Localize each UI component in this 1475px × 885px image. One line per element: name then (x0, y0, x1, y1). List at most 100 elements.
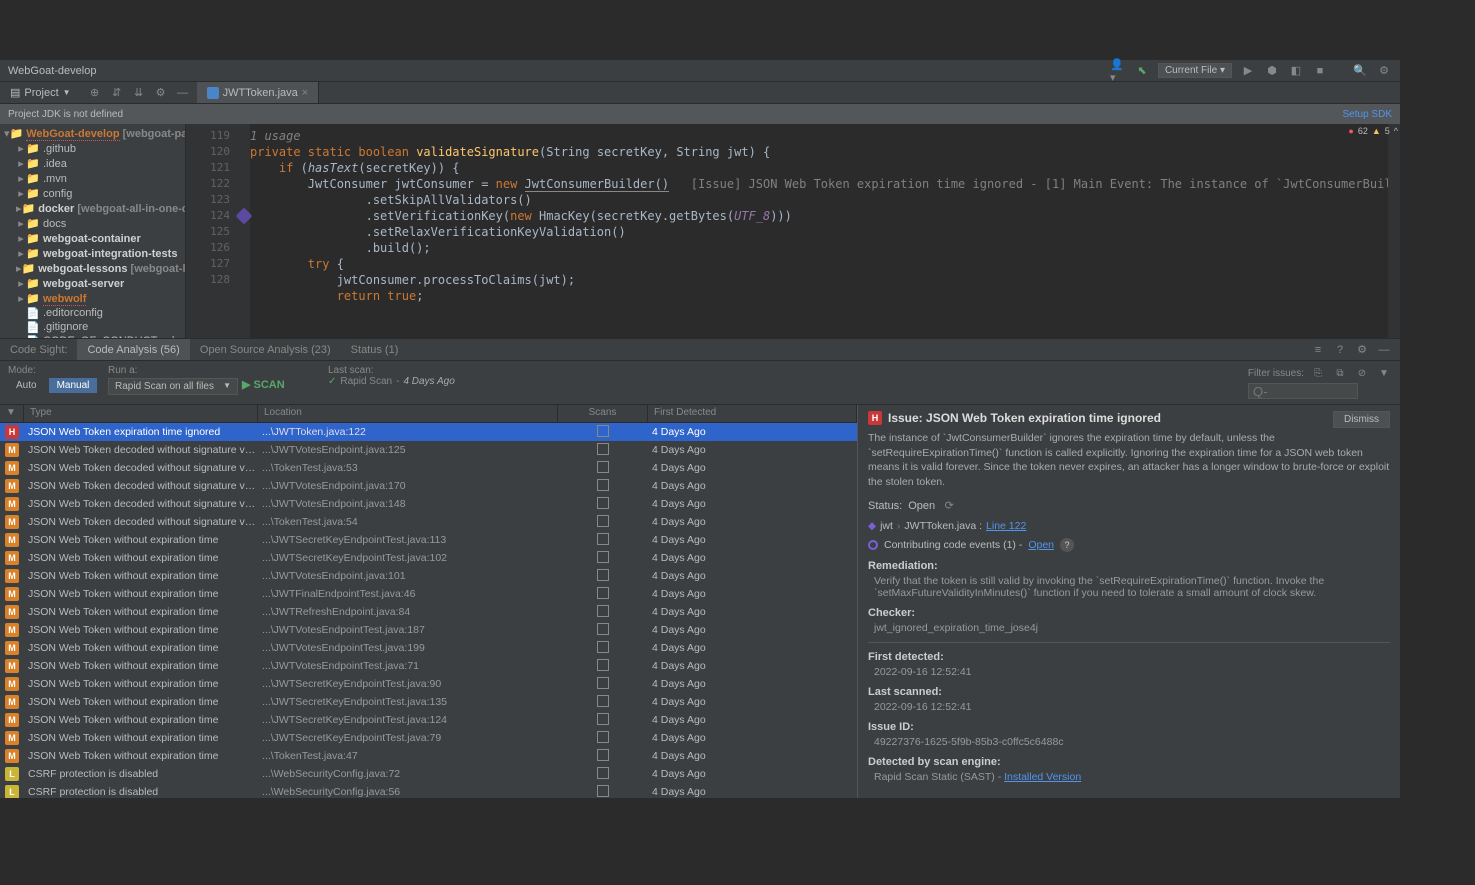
sort-icon[interactable]: ▼ (0, 405, 24, 422)
minimize-icon[interactable]: — (1376, 342, 1392, 358)
table-row[interactable]: MJSON Web Token without expiration time.… (0, 657, 857, 675)
dismiss-button[interactable]: Dismiss (1333, 411, 1390, 428)
issue-detail-panel: Dismiss H Issue: JSON Web Token expirati… (858, 405, 1400, 798)
scan-button[interactable]: ▶ SCAN (242, 378, 285, 395)
line-link[interactable]: Line 122 (986, 520, 1026, 532)
tree-item[interactable]: ▸📁config (0, 186, 185, 201)
bottom-tab[interactable]: Open Source Analysis (23) (190, 339, 341, 360)
table-row[interactable]: MJSON Web Token without expiration time.… (0, 621, 857, 639)
tree-item[interactable]: ▾📁WebGoat-develop [webgoat-parent] (0, 126, 185, 141)
gear-icon[interactable]: ⚙ (153, 85, 169, 101)
table-row[interactable]: MJSON Web Token decoded without signatur… (0, 459, 857, 477)
debug-icon[interactable]: ⬢ (1264, 63, 1280, 79)
mode-auto-button[interactable]: Auto (8, 378, 45, 393)
table-row[interactable]: HJSON Web Token expiration time ignored.… (0, 423, 857, 441)
project-panel-button[interactable]: ▤ Project ▼ (0, 82, 81, 103)
mode-manual-button[interactable]: Manual (49, 378, 98, 393)
hammer-icon[interactable]: ⬉ (1134, 63, 1150, 79)
check-icon: ✓ (328, 376, 336, 387)
close-tab-icon[interactable]: × (302, 87, 308, 99)
table-row[interactable]: MJSON Web Token decoded without signatur… (0, 513, 857, 531)
issue-breadcrumb: ◆ jwt› JWTToken.java : Line 122 (868, 520, 1390, 532)
expand-icon[interactable]: ⇵ (109, 85, 125, 101)
code-editor[interactable]: 119120121122123124125126127128 1 usage p… (186, 124, 1400, 338)
help-icon[interactable]: ? (1060, 538, 1074, 552)
tree-item[interactable]: ▸📁.mvn (0, 171, 185, 186)
project-tree[interactable]: ▾📁WebGoat-develop [webgoat-parent]▸📁.git… (0, 124, 186, 338)
table-row[interactable]: MJSON Web Token decoded without signatur… (0, 495, 857, 513)
help-icon[interactable]: ? (1332, 342, 1348, 358)
run-icon[interactable]: ▶ (1240, 63, 1256, 79)
run-config-dropdown[interactable]: Current File ▾ (1158, 63, 1232, 78)
tree-item[interactable]: ▸📁.github (0, 141, 185, 156)
setup-sdk-link[interactable]: Setup SDK (1343, 109, 1392, 120)
bottom-tab[interactable]: Code Analysis (56) (77, 339, 189, 360)
code-content: 1 usage private static boolean validateS… (250, 124, 1400, 338)
table-row[interactable]: MJSON Web Token without expiration time.… (0, 747, 857, 765)
last-scan-status: ✓ Rapid Scan - 4 Days Ago (328, 376, 455, 387)
event-dot-icon (868, 540, 878, 550)
editor-tab[interactable]: JWTToken.java × (197, 82, 320, 103)
java-file-icon (207, 87, 219, 99)
table-row[interactable]: LCSRF protection is disabled...\WebSecur… (0, 765, 857, 783)
table-row[interactable]: LCSRF protection is disabled...\WebSecur… (0, 783, 857, 798)
scan-type-dropdown[interactable]: Rapid Scan on all files▼ (108, 378, 238, 395)
table-row[interactable]: MJSON Web Token decoded without signatur… (0, 441, 857, 459)
severity-badge: H (868, 411, 882, 425)
tree-item[interactable]: 📄.editorconfig (0, 306, 185, 320)
scan-controls: Mode: Auto Manual Run a: Rapid Scan on a… (0, 361, 1400, 405)
bottom-tab[interactable]: Code Sight: (0, 339, 77, 360)
diamond-icon: ◆ (868, 520, 876, 532)
tree-item[interactable]: ▸📁docker [webgoat-all-in-one-docker] (0, 201, 185, 216)
tree-item[interactable]: 📄.gitignore (0, 320, 185, 334)
table-row[interactable]: MJSON Web Token without expiration time.… (0, 729, 857, 747)
tree-item[interactable]: ▸📁webwolf (0, 291, 185, 306)
tree-item[interactable]: ▸📁docs (0, 216, 185, 231)
tree-item[interactable]: ▸📁webgoat-server (0, 276, 185, 291)
table-row[interactable]: MJSON Web Token without expiration time.… (0, 711, 857, 729)
settings-icon[interactable]: ⚙ (1376, 63, 1392, 79)
search-icon[interactable]: 🔍 (1352, 63, 1368, 79)
table-row[interactable]: MJSON Web Token without expiration time.… (0, 693, 857, 711)
collapse-icon[interactable]: ⇊ (131, 85, 147, 101)
project-icon: ▤ (10, 86, 20, 99)
refresh-icon[interactable]: ⟳ (941, 498, 957, 514)
issue-title: Issue: JSON Web Token expiration time ig… (888, 411, 1161, 425)
table-row[interactable]: MJSON Web Token without expiration time.… (0, 675, 857, 693)
tree-item[interactable]: ▸📁webgoat-integration-tests (0, 246, 185, 261)
table-row[interactable]: MJSON Web Token without expiration time.… (0, 531, 857, 549)
tree-item[interactable]: ▸📁webgoat-lessons [webgoat-lessons] (0, 261, 185, 276)
table-row[interactable]: MJSON Web Token without expiration time.… (0, 585, 857, 603)
table-row[interactable]: MJSON Web Token without expiration time.… (0, 603, 857, 621)
table-row[interactable]: MJSON Web Token without expiration time.… (0, 639, 857, 657)
open-events-link[interactable]: Open (1028, 539, 1054, 551)
tree-item[interactable]: 📄CODE_OF_CONDUCT.md (0, 334, 185, 338)
project-name: WebGoat-develop (8, 65, 96, 77)
title-bar: WebGoat-develop 👤▾ ⬉ Current File ▾ ▶ ⬢ … (0, 60, 1400, 82)
block-icon[interactable]: ⊘ (1354, 365, 1370, 381)
clone-icon[interactable]: ⧉ (1332, 365, 1348, 381)
list-icon[interactable]: ≡ (1310, 342, 1326, 358)
tree-item[interactable]: ▸📁webgoat-container (0, 231, 185, 246)
gear-icon[interactable]: ⚙ (1354, 342, 1370, 358)
hide-icon[interactable]: — (175, 85, 191, 101)
stop-icon[interactable]: ■ (1312, 63, 1328, 79)
jdk-warning-banner: Project JDK is not defined Setup SDK (0, 104, 1400, 124)
table-row[interactable]: MJSON Web Token without expiration time.… (0, 567, 857, 585)
table-header: ▼ Type Location Scans First Detected (0, 405, 857, 423)
filter-input[interactable] (1248, 383, 1358, 399)
coverage-icon[interactable]: ◧ (1288, 63, 1304, 79)
error-stripe[interactable]: ●62 ▲5 ^ (1388, 124, 1400, 338)
target-icon[interactable]: ⊕ (87, 85, 103, 101)
installed-version-link[interactable]: Installed Version (1004, 771, 1081, 783)
tool-row: ▤ Project ▼ ⊕ ⇵ ⇊ ⚙ — JWTToken.java × (0, 82, 1400, 104)
bottom-tab[interactable]: Status (1) (341, 339, 409, 360)
issues-table: ▼ Type Location Scans First Detected HJS… (0, 405, 858, 798)
table-row[interactable]: MJSON Web Token decoded without signatur… (0, 477, 857, 495)
user-icon[interactable]: 👤▾ (1110, 63, 1126, 79)
table-row[interactable]: MJSON Web Token without expiration time.… (0, 549, 857, 567)
copy-icon[interactable]: ⎘ (1310, 365, 1326, 381)
tree-item[interactable]: ▸📁.idea (0, 156, 185, 171)
chevron-down-icon: ▼ (63, 88, 71, 97)
filter-icon[interactable]: ▼ (1376, 365, 1392, 381)
